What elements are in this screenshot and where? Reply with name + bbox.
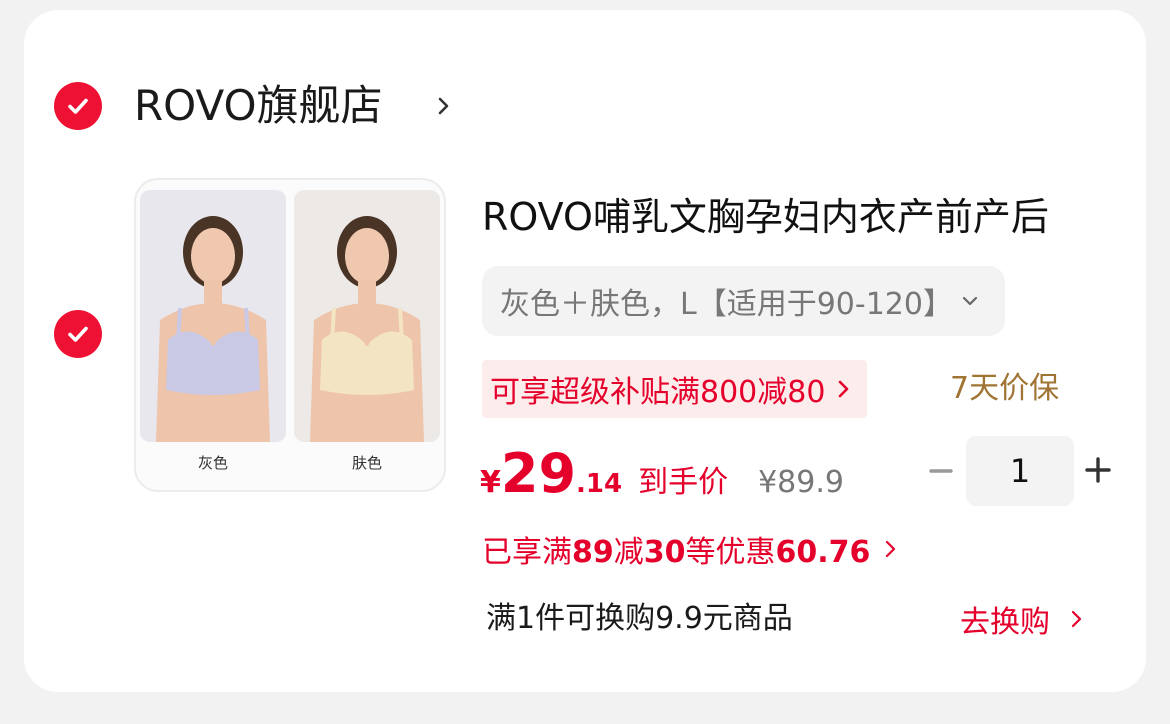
- subsidy-badge[interactable]: 可享超级补贴满800减80: [482, 360, 868, 418]
- final-price-label: 到手价: [638, 465, 729, 500]
- chevron-right-icon: [886, 540, 896, 558]
- swatch-label-gray: 灰色: [197, 454, 228, 472]
- subsidy-text: 可享超级补贴满800减80: [490, 375, 826, 410]
- go-exchange-link[interactable]: 去换购: [960, 598, 1084, 640]
- item-select-checkbox[interactable]: [54, 310, 102, 358]
- chevron-down-icon: [962, 296, 978, 306]
- shop-name-link[interactable]: ROVO旗舰店: [134, 80, 383, 132]
- checkmark-icon: [68, 326, 88, 342]
- swatch-label-nude: 肤色: [351, 454, 382, 472]
- price-decimal: .14: [576, 469, 623, 499]
- quantity-input[interactable]: 1: [966, 436, 1074, 506]
- sku-selector[interactable]: 灰色＋肤色，L【适用于90-120】: [482, 266, 1005, 336]
- original-price: ¥89.9: [758, 465, 844, 500]
- price-currency: ¥: [480, 465, 501, 500]
- exchange-offer-text: 满1件可换购9.9元商品: [486, 601, 793, 636]
- shop-select-checkbox[interactable]: [54, 82, 102, 130]
- minus-icon[interactable]: [928, 458, 954, 484]
- product-image-gray: [140, 190, 286, 442]
- checkmark-icon: [68, 98, 88, 114]
- price-row: ¥ 29 .14 到手价 ¥89.9: [480, 442, 844, 512]
- product-image-nude: [294, 190, 440, 442]
- chevron-right-icon: [839, 380, 849, 398]
- product-title[interactable]: ROVO哺乳文胸孕妇内衣产前产后: [482, 192, 1132, 242]
- product-thumbnail[interactable]: 灰色 肤色: [134, 178, 446, 492]
- chevron-right-icon[interactable]: [434, 94, 454, 118]
- go-exchange-label: 去换购: [960, 605, 1050, 640]
- discount-detail-link[interactable]: 已享满89减30等优惠60.76: [482, 526, 898, 572]
- sku-text: 灰色＋肤色，L【适用于90-120】: [500, 287, 953, 322]
- chevron-right-icon: [1071, 610, 1082, 628]
- cart-shop-card: ROVO旗舰店 灰色 肤色 ROVO哺乳文胸孕妇内衣产前产后 灰色＋肤色，L【适…: [24, 10, 1146, 692]
- quantity-stepper: 1: [924, 434, 1124, 510]
- price-integer: 29: [500, 442, 577, 505]
- plus-icon[interactable]: [1084, 456, 1112, 484]
- discount-text: 已享满89减30等优惠60.76: [482, 535, 871, 570]
- price-protect-tag: 7天价保: [950, 371, 1060, 406]
